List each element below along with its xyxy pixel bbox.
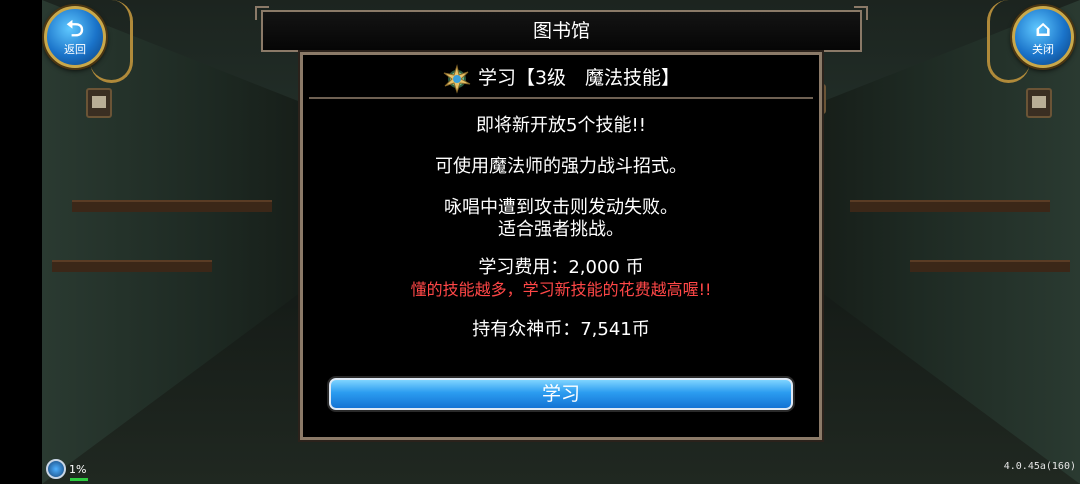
new-skills-text: 即将新开放5个技能!! <box>476 115 646 136</box>
back-arrow-icon: ⮌ <box>66 17 84 42</box>
bench <box>850 200 1050 212</box>
back-button-label: 返回 <box>64 43 86 56</box>
magic-skill-icon <box>443 63 471 94</box>
learn-button[interactable]: 学习 <box>329 378 793 410</box>
bench <box>910 260 1070 272</box>
version-label: 4.0.45a(160) <box>1003 461 1076 472</box>
class-moves-text: 可使用魔法师的强力战斗招式。 <box>435 156 687 177</box>
connection-icon <box>46 459 66 479</box>
lamp <box>86 88 112 118</box>
panel-header-text: 学习【3级 魔法技能】 <box>477 67 681 89</box>
lamp <box>1026 88 1052 118</box>
bench <box>52 260 212 272</box>
panel-header: 学习【3级 魔法技能】 <box>309 59 813 99</box>
skill-description: 即将新开放5个技能!! 可使用魔法师的强力战斗招式。 咏唱中遭到攻击则发动失败。… <box>303 115 819 341</box>
page-title: 图书馆 <box>255 6 868 52</box>
bench <box>72 200 272 212</box>
learning-cost: 学习费用：2,000 币 <box>478 257 644 278</box>
back-button[interactable]: ⮌ 返回 <box>44 6 106 68</box>
close-button-label: 关闭 <box>1032 43 1054 56</box>
status-percent: 1% <box>69 462 87 476</box>
progress-bar <box>70 478 88 481</box>
interrupt-text: 咏唱中遭到攻击则发动失败。 <box>444 197 678 218</box>
challenge-text: 适合强者挑战。 <box>498 219 624 240</box>
cost-warning: 懂的技能越多，学习新技能的花费越高喔!! <box>410 280 712 299</box>
close-button[interactable]: ⌂ 关闭 <box>1012 6 1074 68</box>
home-icon: ⌂ <box>1035 17 1051 42</box>
status-indicator: 1% <box>46 458 86 480</box>
coin-balance: 持有众神币：7,541币 <box>472 319 650 340</box>
